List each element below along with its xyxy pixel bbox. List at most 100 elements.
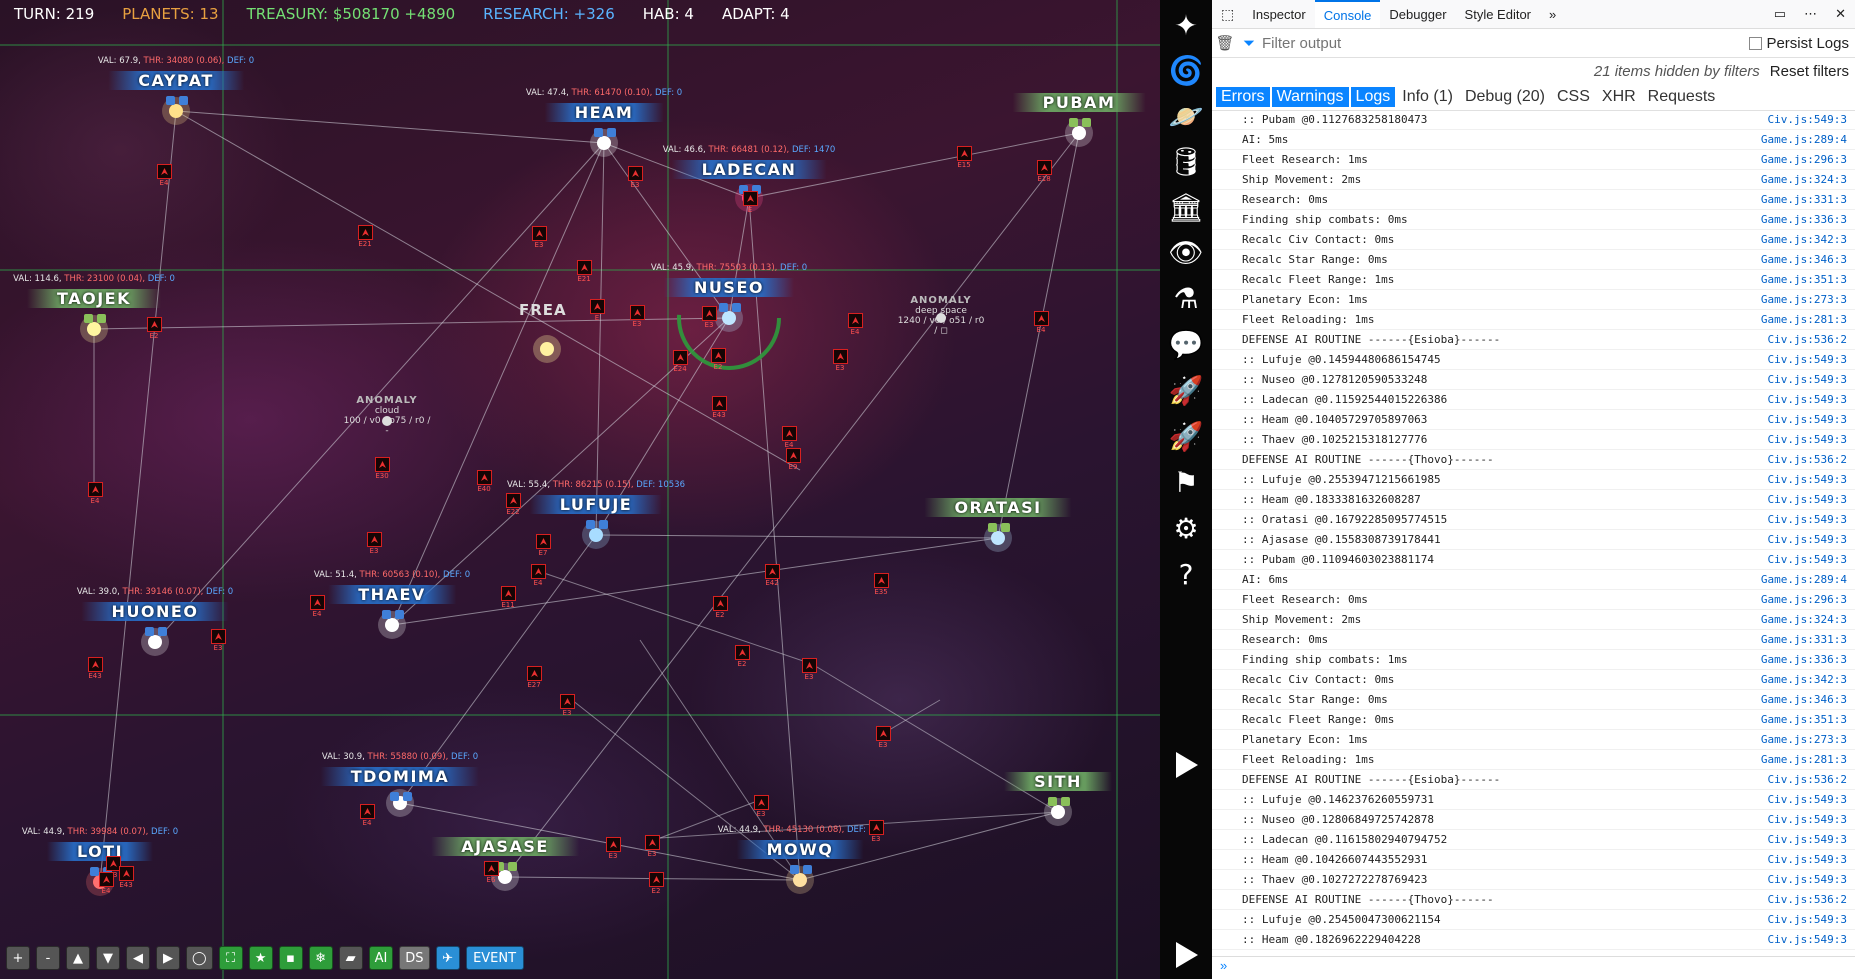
fleet-marker[interactable]: [754, 795, 769, 810]
fleet-marker[interactable]: [712, 396, 727, 411]
fleet-marker[interactable]: [702, 306, 717, 321]
log-source-link[interactable]: Civ.js:549:3: [1768, 533, 1847, 546]
pick-element-icon[interactable]: ⬚: [1212, 0, 1243, 28]
anomaly-label[interactable]: ANOMALY deep space 1240 / v0 / o51 / r0/ ◻: [898, 295, 985, 336]
fleet-marker[interactable]: [711, 348, 726, 363]
map-button-9[interactable]: ▪: [278, 946, 303, 970]
fleet-marker[interactable]: [874, 573, 889, 588]
star-label-frea[interactable]: FREA: [519, 301, 567, 319]
log-source-link[interactable]: Game.js:342:3: [1761, 233, 1847, 246]
log-source-link[interactable]: Game.js:331:3: [1761, 633, 1847, 646]
eye-icon[interactable]: 👁: [1166, 232, 1206, 272]
fleet-marker[interactable]: [833, 349, 848, 364]
log-source-link[interactable]: Civ.js:536:2: [1768, 453, 1847, 466]
log-source-link[interactable]: Civ.js:549:3: [1768, 833, 1847, 846]
log-source-link[interactable]: Civ.js:549:3: [1768, 113, 1847, 126]
level-filter-0[interactable]: Errors: [1216, 87, 1270, 107]
log-source-link[interactable]: Game.js:296:3: [1761, 593, 1847, 606]
log-source-link[interactable]: Civ.js:549:3: [1768, 813, 1847, 826]
planet-label-ajasase[interactable]: AJASASE: [431, 837, 579, 856]
map-button-13[interactable]: DS: [399, 946, 430, 970]
fleet-marker[interactable]: [501, 586, 516, 601]
log-source-link[interactable]: Game.js:324:3: [1761, 613, 1847, 626]
planet-label-tdomima[interactable]: TDOMIMA: [320, 767, 480, 786]
fleet-marker[interactable]: [876, 726, 891, 741]
fleet-marker[interactable]: [367, 532, 382, 547]
fleet-marker[interactable]: [560, 694, 575, 709]
fast-forward-icon[interactable]: [1166, 935, 1206, 975]
star-icon[interactable]: ✦: [1166, 5, 1206, 45]
spaceship-icon-2[interactable]: 🚀: [1166, 416, 1206, 456]
map-button-15[interactable]: EVENT: [465, 946, 524, 970]
log-source-link[interactable]: Civ.js:549:3: [1768, 493, 1847, 506]
filter-input[interactable]: [1260, 33, 1750, 53]
fleet-marker[interactable]: [869, 820, 884, 835]
planet-label-thaev[interactable]: THAEV: [328, 585, 456, 604]
planet-label-nuseo[interactable]: NUSEO: [664, 278, 794, 297]
fleet-marker[interactable]: [786, 448, 801, 463]
log-source-link[interactable]: Game.js:289:4: [1761, 573, 1847, 586]
log-source-link[interactable]: Civ.js:549:3: [1768, 553, 1847, 566]
fleet-marker[interactable]: [375, 457, 390, 472]
log-source-link[interactable]: Civ.js:549:3: [1768, 873, 1847, 886]
persist-logs-toggle[interactable]: Persist Logs: [1749, 35, 1855, 52]
level-filter-3[interactable]: Info (1): [1397, 87, 1458, 107]
log-source-link[interactable]: Game.js:336:3: [1761, 653, 1847, 666]
log-source-link[interactable]: Civ.js:549:3: [1768, 793, 1847, 806]
planet-label-taojek[interactable]: TAOJEK: [27, 289, 161, 308]
bank-icon[interactable]: 🏛: [1166, 187, 1206, 227]
log-source-link[interactable]: Civ.js:549:3: [1768, 393, 1847, 406]
log-source-link[interactable]: Game.js:273:3: [1761, 733, 1847, 746]
galaxy-icon[interactable]: 🌀: [1166, 50, 1206, 90]
fleet-marker[interactable]: [211, 629, 226, 644]
log-source-link[interactable]: Game.js:346:3: [1761, 693, 1847, 706]
log-source-link[interactable]: Game.js:351:3: [1761, 713, 1847, 726]
log-source-link[interactable]: Game.js:281:3: [1761, 753, 1847, 766]
planet-label-lufuje[interactable]: LUFUJE: [529, 495, 663, 514]
fleet-marker[interactable]: [713, 596, 728, 611]
flag-icon[interactable]: ⚑: [1166, 462, 1206, 502]
fleet-marker[interactable]: [645, 835, 660, 850]
log-source-link[interactable]: Game.js:273:3: [1761, 293, 1847, 306]
map-button-8[interactable]: ★: [248, 946, 273, 970]
reset-filters-button[interactable]: Reset filters: [1770, 63, 1849, 80]
map-button-0[interactable]: +: [6, 946, 30, 970]
log-source-link[interactable]: Game.js:351:3: [1761, 273, 1847, 286]
fleet-marker[interactable]: [628, 166, 643, 181]
log-source-link[interactable]: Game.js:336:3: [1761, 213, 1847, 226]
flask-icon[interactable]: ⚗: [1166, 278, 1206, 318]
console-input[interactable]: »: [1212, 956, 1855, 979]
spaceship-icon[interactable]: 🚀: [1166, 370, 1206, 410]
planet-icon[interactable]: 🪐: [1166, 96, 1206, 136]
anomaly-label[interactable]: ANOMALY cloud 100 / v0 / o75 / r0 /-: [344, 395, 431, 436]
planet-label-mowq[interactable]: MOWQ: [736, 840, 864, 859]
log-source-link[interactable]: Game.js:324:3: [1761, 173, 1847, 186]
level-filter-2[interactable]: Logs: [1350, 87, 1396, 107]
trash-icon[interactable]: 🗑: [1212, 34, 1238, 52]
log-source-link[interactable]: Civ.js:549:3: [1768, 433, 1847, 446]
fleet-marker[interactable]: [477, 470, 492, 485]
map-button-6[interactable]: ◯: [186, 946, 213, 970]
fleet-marker[interactable]: [590, 299, 605, 314]
fleet-marker[interactable]: [527, 666, 542, 681]
database-icon[interactable]: 🛢: [1166, 141, 1206, 181]
log-source-link[interactable]: Civ.js:549:3: [1768, 853, 1847, 866]
log-source-link[interactable]: Civ.js:549:3: [1768, 933, 1847, 946]
map-button-7[interactable]: ⛶: [218, 946, 243, 970]
log-source-link[interactable]: Civ.js:549:3: [1768, 913, 1847, 926]
map-button-14[interactable]: ✈: [435, 946, 460, 970]
tab-inspector[interactable]: Inspector: [1243, 0, 1314, 28]
log-source-link[interactable]: Game.js:281:3: [1761, 313, 1847, 326]
log-source-link[interactable]: Game.js:289:4: [1761, 133, 1847, 146]
gear-icon[interactable]: ⚙: [1166, 508, 1206, 548]
tab-style-editor[interactable]: Style Editor: [1456, 0, 1540, 28]
play-icon[interactable]: [1166, 745, 1206, 785]
log-source-link[interactable]: Civ.js:536:2: [1768, 893, 1847, 906]
close-icon[interactable]: ✕: [1826, 0, 1855, 28]
fleet-marker[interactable]: [360, 804, 375, 819]
map-button-12[interactable]: AI: [368, 946, 394, 970]
map-button-2[interactable]: ▲: [66, 946, 90, 970]
log-source-link[interactable]: Civ.js:536:2: [1768, 333, 1847, 346]
fleet-marker[interactable]: [484, 861, 499, 876]
fleet-marker[interactable]: [88, 482, 103, 497]
